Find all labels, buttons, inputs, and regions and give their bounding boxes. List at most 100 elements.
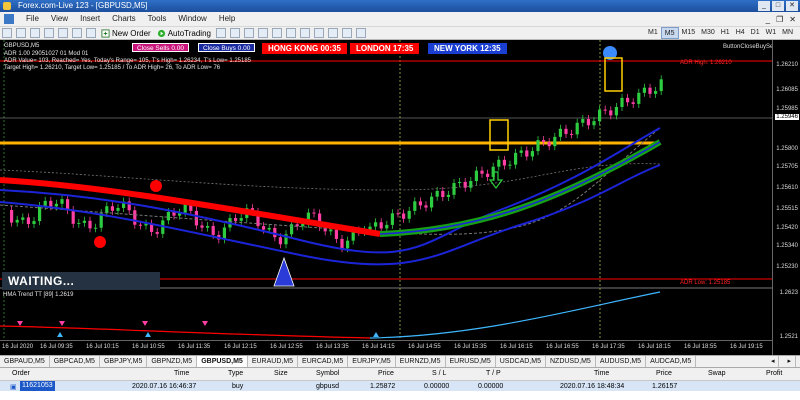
col-symbol[interactable]: Symbol: [316, 370, 339, 377]
hma-red-line: [0, 325, 371, 339]
tf-h4[interactable]: H4: [733, 27, 748, 39]
tf-m30[interactable]: M30: [698, 27, 718, 39]
new-chart-icon[interactable]: [2, 28, 12, 38]
menu-insert[interactable]: Insert: [80, 12, 100, 26]
minimize-button[interactable]: _: [758, 1, 770, 11]
menu-charts[interactable]: Charts: [112, 12, 136, 26]
templates-icon[interactable]: [355, 28, 366, 38]
new-order-button[interactable]: New Order: [98, 27, 154, 39]
tab-gbpjpy[interactable]: GBPJPY,M5: [100, 356, 148, 367]
candlestick-icon[interactable]: [229, 28, 240, 38]
chart-shift-icon[interactable]: [313, 28, 324, 38]
col-time[interactable]: Time: [174, 370, 189, 377]
candle-body: [262, 226, 266, 230]
col-price-close[interactable]: Price: [656, 370, 672, 377]
ohlc-label: ADR 1.00 29051027 01 Mod 01: [4, 51, 89, 57]
col-time-close[interactable]: Time: [594, 370, 609, 377]
col-sl[interactable]: S / L: [432, 370, 446, 377]
candle-body: [570, 133, 574, 135]
tab-scroll-right-icon[interactable]: ▸: [783, 356, 796, 367]
hma-marker: [145, 332, 151, 337]
mdi-close-button[interactable]: ✕: [789, 13, 796, 27]
chart-area[interactable]: GBPUSD,M5 ADR 1.00 29051027 01 Mod 01 AD…: [0, 40, 800, 355]
close-buys-button[interactable]: Close Buys 0.00: [198, 43, 256, 52]
candle-body: [211, 225, 215, 235]
col-size[interactable]: Size: [274, 370, 288, 377]
col-profit[interactable]: Profit: [766, 370, 782, 377]
close-button[interactable]: ✕: [786, 1, 798, 11]
candle-body: [105, 206, 109, 214]
terminal-icon[interactable]: [72, 28, 82, 38]
tab-gbpaud[interactable]: GBPAUD,M5: [0, 356, 50, 367]
time-tick: 16 Jul 18:55: [684, 344, 717, 350]
zoom-in-icon[interactable]: [257, 28, 268, 38]
tf-m1[interactable]: M1: [645, 27, 661, 39]
tf-m15[interactable]: M15: [679, 27, 699, 39]
navigator-icon[interactable]: [58, 28, 68, 38]
market-watch-icon[interactable]: [30, 28, 40, 38]
menu-window[interactable]: Window: [178, 12, 206, 26]
chart-window-icon: [4, 14, 14, 24]
menu-help[interactable]: Help: [219, 12, 235, 26]
candle-body: [116, 207, 120, 211]
current-price-tag: 1.25946: [775, 114, 799, 120]
tab-usdcad[interactable]: USDCAD,M5: [496, 356, 546, 367]
price-tick: 1.25610: [776, 185, 798, 191]
timeframe-bar: M1 M5 M15 M30 H1 H4 D1 W1 MN: [645, 27, 796, 39]
time-tick: 16 Jul 16:15: [500, 344, 533, 350]
new-order-icon: [101, 28, 110, 38]
tf-w1[interactable]: W1: [763, 27, 780, 39]
data-window-icon[interactable]: [44, 28, 54, 38]
mdi-restore-button[interactable]: ❐: [776, 13, 783, 27]
tab-audusd[interactable]: AUDUSD,M5: [596, 356, 647, 367]
autotrading-button[interactable]: AutoTrading: [154, 27, 214, 39]
tab-gbpusd[interactable]: GBPUSD,M5: [197, 356, 248, 367]
bar-chart-icon[interactable]: [215, 28, 226, 38]
close-sells-button[interactable]: Close Sells 0.00: [132, 43, 189, 52]
zoom-out-icon[interactable]: [271, 28, 282, 38]
col-order[interactable]: Order: [12, 370, 30, 377]
candle-body: [626, 97, 630, 103]
tab-eurcad[interactable]: EURCAD,M5: [298, 356, 349, 367]
tab-euraud[interactable]: EURAUD,M5: [248, 356, 299, 367]
time-tick: 16 Jul 16:55: [546, 344, 579, 350]
menu-file[interactable]: File: [26, 12, 39, 26]
line-chart-icon[interactable]: [243, 28, 254, 38]
mdi-minimize-button[interactable]: _: [766, 13, 770, 27]
col-tp[interactable]: T / P: [486, 370, 501, 377]
tab-nzdusd[interactable]: NZDUSD,M5: [546, 356, 596, 367]
tab-eurusd[interactable]: EURUSD,M5: [446, 356, 496, 367]
tf-d1[interactable]: D1: [748, 27, 763, 39]
tf-mn[interactable]: MN: [779, 27, 796, 39]
tab-gbpnzd[interactable]: GBPNZD,M5: [147, 356, 198, 367]
profiles-icon[interactable]: [16, 28, 26, 38]
tab-eurnzd[interactable]: EURNZD,M5: [396, 356, 446, 367]
tab-eurjpy[interactable]: EURJPY,M5: [348, 356, 396, 367]
col-type[interactable]: Type: [228, 370, 243, 377]
tab-scroll-left-icon[interactable]: ◂: [767, 356, 780, 367]
tf-m5[interactable]: M5: [660, 27, 679, 39]
tf-h1[interactable]: H1: [718, 27, 733, 39]
time-tick: 16 Jul 18:15: [638, 344, 671, 350]
menu-view[interactable]: View: [51, 12, 68, 26]
price-tick: 1.25705: [776, 164, 798, 170]
indicators-icon[interactable]: [327, 28, 338, 38]
tile-windows-icon[interactable]: [285, 28, 296, 38]
menu-tools[interactable]: Tools: [148, 12, 167, 26]
hma-marker: [57, 332, 63, 337]
tab-gbpcad[interactable]: GBPCAD,M5: [50, 356, 100, 367]
candle-body: [379, 222, 383, 229]
periods-icon[interactable]: [341, 28, 352, 38]
candle-body: [413, 201, 417, 211]
candle-body: [340, 238, 344, 249]
tester-icon[interactable]: [86, 28, 96, 38]
button-close-buy-sell[interactable]: ButtonCloseBuySell: [723, 44, 776, 50]
autoscroll-icon[interactable]: [299, 28, 310, 38]
candle-body: [60, 199, 64, 204]
candle-body: [138, 224, 142, 226]
col-price[interactable]: Price: [378, 370, 394, 377]
trade-row[interactable]: ▣ 11621053 2020.07.16 16:46:37 buy gbpus…: [0, 381, 800, 391]
maximize-button[interactable]: □: [772, 1, 784, 11]
tab-audcad[interactable]: AUDCAD,M5: [646, 356, 697, 367]
col-swap[interactable]: Swap: [708, 370, 726, 377]
